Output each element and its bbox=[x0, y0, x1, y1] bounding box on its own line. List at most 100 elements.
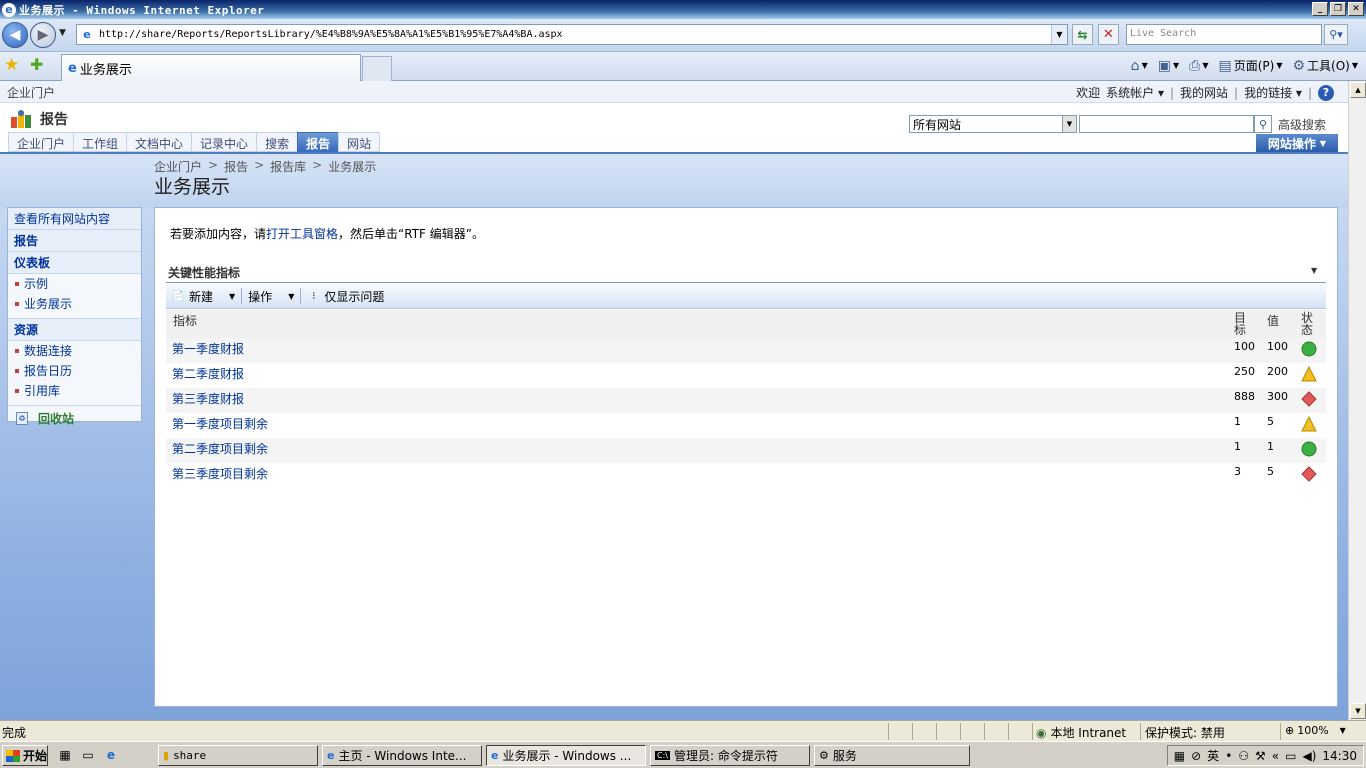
page-menu[interactable]: ▤ 页面(P) ▼ bbox=[1218, 57, 1282, 74]
my-links-menu[interactable]: 我的链接 ▾ bbox=[1244, 84, 1302, 101]
actions-menu[interactable]: 操作 ▼ bbox=[242, 288, 300, 305]
taskbar-item-home[interactable]: e 主页 - Windows Inte... bbox=[322, 745, 482, 766]
home-button[interactable]: ⌂ ▼ bbox=[1131, 58, 1148, 74]
quick-launch-item-sample[interactable]: 示例 bbox=[8, 274, 141, 294]
tray-tools-icon[interactable]: ⚒ bbox=[1255, 749, 1266, 763]
tray-volume-icon[interactable]: ◀) bbox=[1302, 749, 1316, 763]
live-search-input[interactable]: Live Search bbox=[1126, 24, 1322, 45]
new-menu[interactable]: 📄 新建 ▼ bbox=[166, 288, 241, 305]
refresh-button[interactable]: ⇆ bbox=[1072, 24, 1093, 45]
start-button[interactable]: 开始 bbox=[2, 745, 48, 766]
breadcrumb-report-library[interactable]: 报告库 bbox=[270, 158, 306, 175]
quick-launch-item-business[interactable]: 业务展示 bbox=[8, 294, 141, 314]
tray-dot-icon[interactable]: • bbox=[1225, 749, 1232, 763]
kpi-name-link[interactable]: 第三季度财报 bbox=[172, 390, 244, 407]
tab-records-center[interactable]: 记录中心 bbox=[191, 132, 257, 152]
column-goal[interactable]: 目标 bbox=[1234, 312, 1246, 336]
tray-expand-icon[interactable]: « bbox=[1272, 749, 1279, 763]
quick-launch-dashboards[interactable]: 仪表板 bbox=[8, 252, 141, 274]
maximize-button[interactable]: ❐ bbox=[1330, 2, 1346, 16]
kpi-name-link[interactable]: 第一季度项目剩余 bbox=[172, 415, 268, 432]
open-tool-pane-link[interactable]: 打开工具窗格 bbox=[266, 227, 338, 241]
taskbar-item-cmd[interactable]: C:\ 管理员: 命令提示符 bbox=[650, 745, 810, 766]
help-icon[interactable]: ? bbox=[1318, 84, 1334, 101]
show-problems-only-button[interactable]: ⁝ 仅显示问题 bbox=[301, 288, 390, 305]
site-search-input[interactable] bbox=[1079, 115, 1254, 133]
recycle-bin-link[interactable]: ♻ 回收站 bbox=[8, 406, 141, 431]
status-cell bbox=[960, 723, 961, 740]
kpi-name-link[interactable]: 第三季度项目剩余 bbox=[172, 465, 268, 482]
search-go-button[interactable]: ⚲▾ bbox=[1324, 24, 1348, 45]
address-url[interactable]: http://share/Reports/ReportsLibrary/%E4%… bbox=[99, 29, 1051, 40]
tab-sites[interactable]: 网站 bbox=[338, 132, 381, 152]
address-bar[interactable]: e http://share/Reports/ReportsLibrary/%E… bbox=[76, 24, 1068, 45]
status-cell bbox=[1140, 723, 1141, 740]
ime-indicator[interactable]: 英 bbox=[1207, 747, 1219, 764]
close-button[interactable]: ✕ bbox=[1348, 2, 1364, 16]
tray-blocked-icon[interactable]: ⊘ bbox=[1191, 749, 1201, 763]
browser-tab-active[interactable]: e 业务展示 bbox=[61, 54, 361, 81]
protected-mode-status[interactable]: 保护模式: 禁用 bbox=[1145, 724, 1225, 741]
kpi-name-link[interactable]: 第一季度财报 bbox=[172, 340, 244, 357]
search-scope-select[interactable]: 所有网站 ▼ bbox=[909, 115, 1077, 133]
quicklaunch-ie-icon[interactable]: e bbox=[102, 747, 120, 763]
my-site-link[interactable]: 我的网站 bbox=[1180, 84, 1228, 101]
tray-network-icon[interactable]: ⚇ bbox=[1238, 749, 1249, 763]
webpart-menu-icon[interactable]: ▼ bbox=[1311, 266, 1317, 275]
quick-launch-item-reference-library[interactable]: 引用库 bbox=[8, 381, 141, 401]
tab-reports[interactable]: 报告 bbox=[297, 132, 339, 152]
zoom-control[interactable]: ⊕ 100% ▼ bbox=[1285, 724, 1346, 737]
quick-launch-item-data-connections[interactable]: 数据连接 bbox=[8, 341, 141, 361]
quicklaunch-desktop-icon[interactable]: ▭ bbox=[79, 747, 97, 763]
tab-document-center[interactable]: 文档中心 bbox=[126, 132, 192, 152]
print-button[interactable]: ⎙ ▼ bbox=[1189, 58, 1208, 74]
page-title: 业务展示 bbox=[154, 176, 231, 198]
quick-launch-item-report-calendar[interactable]: 报告日历 bbox=[8, 361, 141, 381]
view-all-content-link[interactable]: 查看所有网站内容 bbox=[8, 208, 141, 230]
vertical-scrollbar[interactable]: ▲ ▼ bbox=[1348, 81, 1366, 720]
tab-workgroup[interactable]: 工作组 bbox=[73, 132, 127, 152]
new-tab-button[interactable] bbox=[362, 56, 392, 81]
advanced-search-link[interactable]: 高级搜索 bbox=[1278, 116, 1326, 133]
column-indicator[interactable]: 指标 bbox=[173, 312, 197, 329]
forward-button[interactable]: ▶ bbox=[30, 22, 56, 48]
taskbar-item-services[interactable]: ⚙ 服务 bbox=[814, 745, 970, 766]
address-dropdown-icon[interactable]: ▼ bbox=[1051, 25, 1067, 44]
column-value[interactable]: 值 bbox=[1267, 312, 1279, 329]
quicklaunch-server-manager-icon[interactable]: ▦ bbox=[56, 747, 74, 763]
page-menu-icon: ▤ bbox=[1218, 57, 1232, 74]
kpi-name-link[interactable]: 第二季度财报 bbox=[172, 365, 244, 382]
clock[interactable]: 14:30 bbox=[1322, 749, 1357, 763]
stop-button[interactable]: ✕ bbox=[1098, 24, 1119, 45]
favorites-star-icon[interactable]: ★ bbox=[4, 55, 19, 75]
quick-launch-reports[interactable]: 报告 bbox=[8, 230, 141, 252]
tray-flag-icon[interactable]: ▦ bbox=[1174, 749, 1185, 763]
taskbar-item-label: 主页 - Windows Inte... bbox=[338, 749, 467, 763]
column-status[interactable]: 状态 bbox=[1301, 312, 1313, 336]
kpi-name-link[interactable]: 第二季度项目剩余 bbox=[172, 440, 268, 457]
scroll-up-icon[interactable]: ▲ bbox=[1350, 82, 1366, 98]
account-menu[interactable]: 系统帐户 ▾ bbox=[1106, 84, 1164, 101]
status-red-diamond-icon bbox=[1301, 466, 1317, 482]
scroll-down-icon[interactable]: ▼ bbox=[1350, 703, 1366, 719]
back-button[interactable]: ◀ bbox=[2, 22, 28, 48]
taskbar-item-business-view[interactable]: e 业务展示 - Windows ... bbox=[486, 745, 646, 766]
tab-search[interactable]: 搜索 bbox=[256, 132, 298, 152]
tab-portal[interactable]: 企业门户 bbox=[8, 132, 74, 152]
feeds-button[interactable]: ▣ ▼ bbox=[1158, 58, 1179, 74]
history-dropdown-icon[interactable]: ▼ bbox=[59, 28, 66, 38]
add-favorite-icon[interactable]: ✚ bbox=[30, 55, 43, 74]
home-icon: ⌂ bbox=[1130, 57, 1140, 74]
taskbar-item-share[interactable]: ▮ share bbox=[158, 745, 318, 766]
site-actions-menu[interactable]: 网站操作 ▼ bbox=[1256, 134, 1338, 153]
tray-display-icon[interactable]: ▭ bbox=[1285, 749, 1296, 763]
ie-icon: e bbox=[327, 749, 335, 762]
portal-link[interactable]: 企业门户 bbox=[7, 84, 55, 101]
minimize-button[interactable]: _ bbox=[1312, 2, 1328, 16]
kpi-goal: 250 bbox=[1234, 365, 1255, 378]
ie-icon: e bbox=[2, 2, 16, 17]
security-zone[interactable]: ◉ 本地 Intranet bbox=[1036, 724, 1126, 741]
quick-launch-resources[interactable]: 资源 bbox=[8, 319, 141, 341]
tools-menu[interactable]: ⚙ 工具(O) ▼ bbox=[1292, 57, 1358, 74]
search-icon[interactable]: ⚲ bbox=[1254, 115, 1272, 133]
